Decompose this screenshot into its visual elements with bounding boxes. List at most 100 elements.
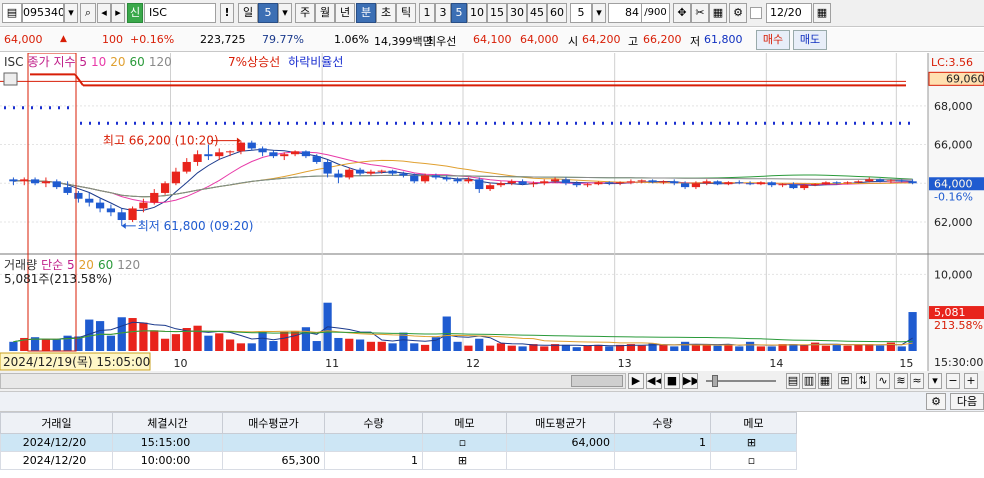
legend-item: 120 <box>117 258 140 272</box>
period-day-button[interactable]: 일 <box>238 3 258 23</box>
volume-ratio: 79.77% <box>262 33 304 46</box>
search-icon[interactable]: ⌕ <box>80 3 96 23</box>
dropdown-arrow[interactable]: ▾ <box>64 3 78 23</box>
count-input[interactable]: 5 <box>570 3 592 23</box>
date-checkbox[interactable] <box>750 7 762 19</box>
next-icon[interactable]: ▸ <box>111 3 125 23</box>
volume-bar <box>150 330 159 351</box>
calendar-icon[interactable]: ▦ <box>813 3 831 23</box>
menu-icon: ▤ <box>6 6 18 19</box>
stop-icon[interactable]: ■ <box>664 373 680 389</box>
prev-icon[interactable]: ◂ <box>97 3 111 23</box>
memo-icon[interactable]: ▫ <box>422 433 507 452</box>
candle-body <box>193 154 202 162</box>
candle-body <box>290 151 300 155</box>
next-button[interactable]: 다음 <box>950 393 984 410</box>
interval-60-button[interactable]: 60 <box>547 3 567 23</box>
more-icon[interactable]: ▾ <box>928 373 942 389</box>
count-dropdown[interactable]: ▾ <box>592 3 606 23</box>
period-count-value[interactable]: 5 <box>258 3 278 23</box>
sell-button[interactable]: 매도 <box>793 30 827 50</box>
minute-button[interactable]: 분 <box>356 3 376 23</box>
memo-add-icon[interactable]: ⊞ <box>422 451 507 470</box>
indicator-icon[interactable]: ⊞ <box>838 373 852 389</box>
col-sell-qty: 수량 <box>614 412 711 434</box>
candle-body <box>875 179 885 182</box>
crosshair-icon[interactable]: ✥ <box>673 3 691 23</box>
year-button[interactable]: 년 <box>335 3 355 23</box>
legend-item: 60 <box>130 55 145 69</box>
period-dropdown[interactable]: ▾ <box>278 3 292 23</box>
chart-scrollbar[interactable] <box>0 373 626 389</box>
volume-bar <box>301 327 311 351</box>
legend-item: 하락비율선 <box>288 55 343 69</box>
trend-icon[interactable]: ⇅ <box>856 373 870 389</box>
interval-30-button[interactable]: 30 <box>507 3 527 23</box>
memo-add-icon[interactable]: ⊞ <box>710 433 797 452</box>
interval-5-button[interactable]: 5 <box>451 3 467 23</box>
cell-buy-avg <box>222 433 325 452</box>
current-price-label: 64,000 <box>934 177 973 190</box>
candle-body <box>745 183 755 185</box>
zoom-in-icon[interactable]: + <box>964 373 978 389</box>
pattern-icon[interactable]: ∿ <box>876 373 890 389</box>
gear-icon[interactable]: ⚙ <box>729 3 747 23</box>
rewind-icon[interactable]: ◀◀ <box>646 373 662 389</box>
candle-body <box>594 182 603 185</box>
stock-code-input[interactable]: ▤ <box>2 3 22 23</box>
table-toggle-icon <box>3 72 18 86</box>
volume-bar <box>269 341 278 351</box>
candle-body <box>150 192 159 203</box>
pin-icon[interactable]: ✂ <box>691 3 709 23</box>
x-tick-label: 11 <box>325 357 339 370</box>
candle-body <box>702 181 711 184</box>
candle-body <box>767 182 776 186</box>
month-button[interactable]: 월 <box>315 3 335 23</box>
volume-bar <box>117 317 126 351</box>
volume-bar <box>745 341 755 351</box>
chart-layout-icon[interactable]: ▤ <box>786 373 800 389</box>
zoom-handle[interactable] <box>712 375 718 387</box>
chart-grid-icon[interactable]: ▦ <box>818 373 832 389</box>
chart-split-icon[interactable]: ▥ <box>802 373 816 389</box>
fib-icon[interactable]: ≋ <box>894 373 908 389</box>
stock-name-field[interactable]: ISC <box>144 3 216 23</box>
table-row[interactable]: 2024/12/20 15:15:00 ▫ 64,000 1 ⊞ <box>0 433 984 452</box>
chart-canvas[interactable]: 10 11 12 13 14 15 최고 66,200 (10:20) 최저 61,800 (… <box>0 52 984 371</box>
best-bid: 64,000 <box>520 33 559 46</box>
date-field[interactable]: 12/20 <box>766 3 812 23</box>
table-row[interactable]: 2024/12/20 10:00:00 65,300 1 ⊞ ▫ <box>0 451 984 470</box>
tick-button[interactable]: 틱 <box>396 3 416 23</box>
second-button[interactable]: 초 <box>376 3 396 23</box>
turnover-rate: 1.06% <box>334 33 369 46</box>
volume-bar <box>41 339 51 351</box>
interval-45-button[interactable]: 45 <box>527 3 547 23</box>
volume-bar <box>106 335 116 351</box>
interval-3-button[interactable]: 3 <box>435 3 451 23</box>
table-header: 거래일 체결시간 매수평균가 수량 메모 매도평균가 수량 메모 <box>0 412 984 434</box>
interval-10-button[interactable]: 10 <box>467 3 487 23</box>
interval-15-button[interactable]: 15 <box>487 3 507 23</box>
scroll-thumb[interactable] <box>571 375 623 387</box>
gear-icon[interactable]: ⚙ <box>926 393 946 410</box>
week-button[interactable]: 주 <box>295 3 315 23</box>
zoom-out-icon[interactable]: − <box>946 373 960 389</box>
col-buy-avg: 매수평균가 <box>222 412 325 434</box>
chart-tool-icon[interactable]: ▦ <box>709 3 727 23</box>
stock-code-field[interactable]: 095340 <box>22 3 64 23</box>
info-button[interactable]: ! <box>220 3 234 23</box>
memo-icon[interactable]: ▫ <box>710 451 797 470</box>
candle-body <box>388 170 397 174</box>
volume-bar <box>496 343 506 351</box>
legend-item: 단순 5 <box>41 258 75 272</box>
scroll-right-icon[interactable]: ▶ <box>628 373 644 389</box>
buy-button[interactable]: 매수 <box>756 30 790 50</box>
candle-body <box>821 182 831 185</box>
candle-body <box>442 177 451 180</box>
wave-icon[interactable]: ≈ <box>910 373 924 389</box>
interval-1-button[interactable]: 1 <box>419 3 435 23</box>
volume-bar <box>52 339 61 351</box>
price-chart[interactable]: 10 11 12 13 14 15 최고 66,200 (10:20) 최저 61,800 (… <box>0 52 984 371</box>
bars-shown[interactable]: 84 <box>608 3 642 23</box>
forward-icon[interactable]: ▶▶ <box>682 373 698 389</box>
